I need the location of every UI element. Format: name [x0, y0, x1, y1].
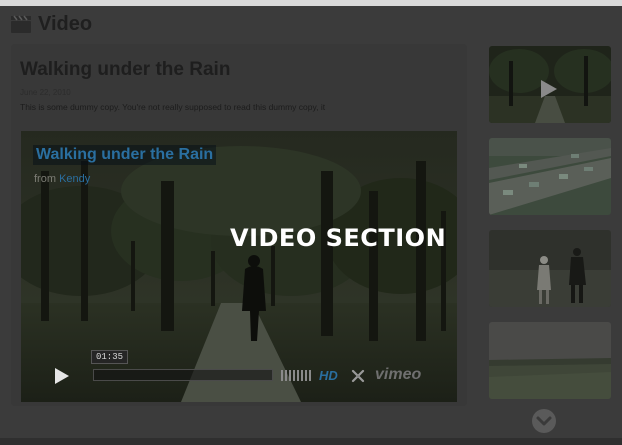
thumbnail-image [489, 322, 611, 399]
thumbnail-people-walking[interactable] [489, 230, 611, 307]
hd-toggle[interactable]: HD [319, 368, 338, 383]
play-icon[interactable] [51, 366, 71, 386]
clapperboard-icon [11, 15, 31, 33]
post-excerpt: This is some dummy copy. You're not real… [20, 102, 326, 112]
thumbnail-image [489, 46, 611, 123]
volume-icon[interactable] [281, 370, 313, 381]
time-indicator: 01:35 [91, 350, 129, 364]
thumbnail-highway-traffic[interactable] [489, 138, 611, 215]
from-label: from [34, 173, 56, 185]
thumbnail-image [489, 230, 611, 307]
scroll-down-button[interactable] [531, 408, 557, 434]
progress-bar[interactable] [93, 369, 273, 381]
top-bar [0, 0, 622, 6]
section-header: Video [10, 10, 92, 38]
author-link[interactable]: Kendy [59, 173, 90, 185]
player-controls: 01:35 HD vimeo [21, 350, 457, 402]
video-player[interactable]: Walking under the Rain from Kendy VIDEO … [21, 131, 457, 402]
video-section-overlay: VIDEO SECTION [230, 224, 447, 252]
section-title: Video [38, 12, 93, 35]
post-title[interactable]: Walking under the Rain [20, 59, 230, 81]
video-title-link[interactable]: Walking under the Rain [33, 145, 217, 165]
thumbnail-image [489, 138, 611, 215]
video-byline: from Kendy [34, 173, 90, 185]
vimeo-logo[interactable]: vimeo [375, 366, 421, 384]
thumbnail-field-landscape[interactable] [489, 322, 611, 399]
post-date: June 22, 2010 [20, 88, 71, 97]
bottom-bar [0, 438, 622, 445]
fullscreen-icon[interactable] [351, 369, 365, 383]
thumbnail-park-walker[interactable] [489, 46, 611, 123]
